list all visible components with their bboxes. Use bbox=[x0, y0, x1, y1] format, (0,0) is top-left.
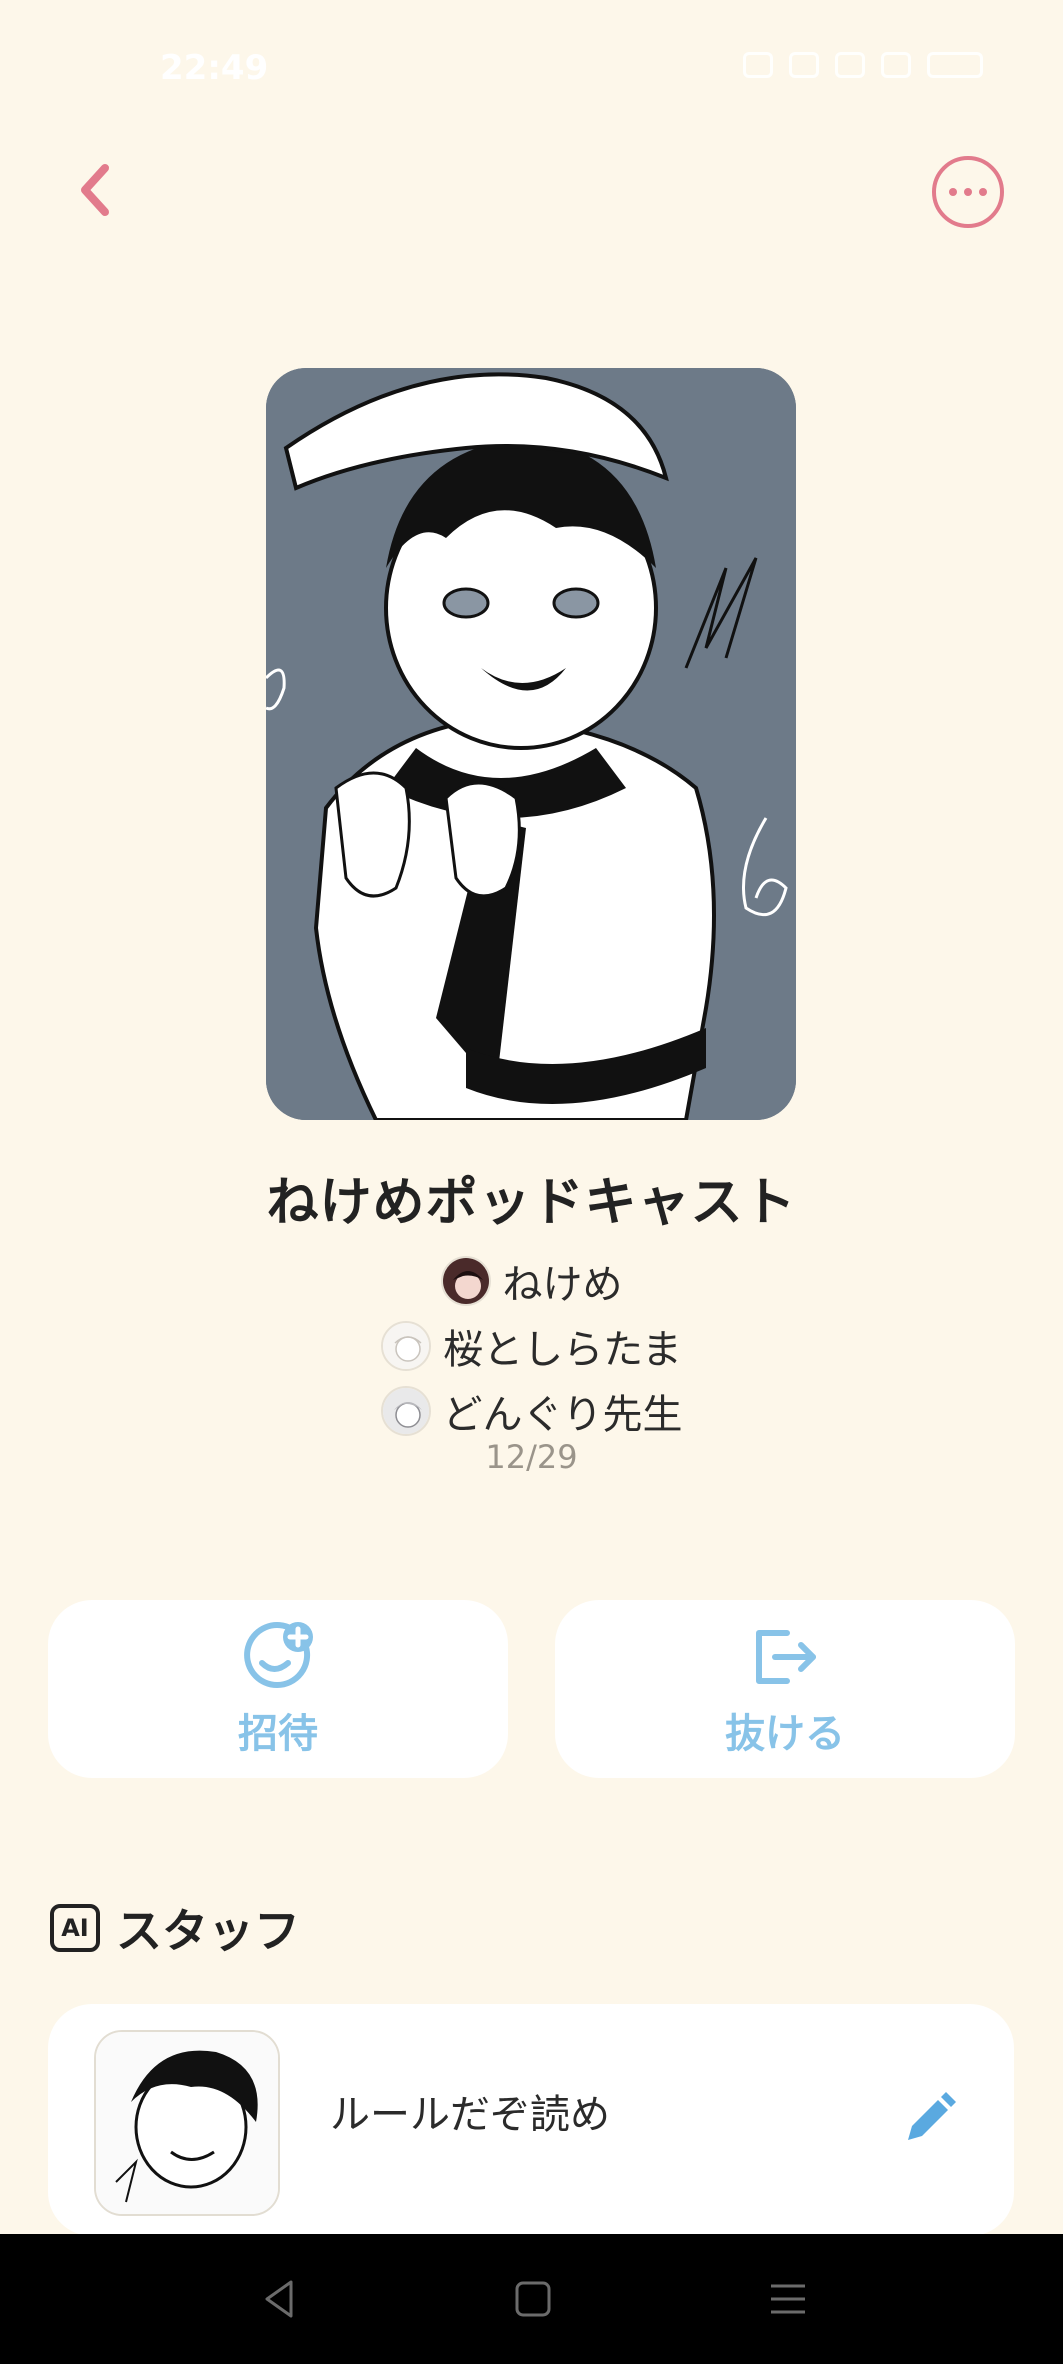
nav-menu-icon bbox=[771, 2284, 805, 2314]
exit-icon bbox=[756, 1630, 816, 1684]
leave-label: 抜ける bbox=[725, 1711, 845, 1757]
status-bar: 22:49 bbox=[0, 0, 1063, 130]
system-nav-bar bbox=[0, 2234, 1063, 2364]
leave-button[interactable]: 抜ける bbox=[555, 1600, 1015, 1778]
member-item[interactable]: どんぐり先生 bbox=[0, 1378, 1063, 1443]
member-name: どんぐり先生 bbox=[442, 1391, 683, 1438]
avatar bbox=[381, 1320, 432, 1371]
chat-room-detail-screen: 22:49 ねけめポッドキャスト ねけめ 桜としらたま どんぐり先生 12/29… bbox=[0, 0, 1063, 2364]
nav-home-icon bbox=[515, 2281, 551, 2317]
battery-icon bbox=[927, 52, 983, 78]
staff-name: ルールだぞ読め bbox=[330, 2092, 610, 2138]
nav-back-button[interactable] bbox=[255, 2274, 305, 2324]
staff-item[interactable]: ルールだぞ読め bbox=[48, 2004, 1014, 2236]
nav-menu-button[interactable] bbox=[763, 2274, 813, 2324]
wifi-icon bbox=[835, 52, 865, 78]
nav-home-button[interactable] bbox=[508, 2274, 558, 2324]
staff-avatar bbox=[94, 2030, 280, 2216]
signal-icon bbox=[881, 52, 911, 78]
edit-button[interactable] bbox=[898, 2090, 958, 2150]
avatar bbox=[380, 1385, 431, 1436]
avatar-image bbox=[383, 1322, 430, 1369]
more-options-button[interactable] bbox=[932, 156, 1004, 228]
more-dots-icon bbox=[979, 188, 987, 196]
member-item[interactable]: ねけめ bbox=[0, 1248, 1063, 1313]
ai-badge-icon: AI bbox=[50, 1904, 100, 1952]
add-user-icon bbox=[244, 1622, 313, 1688]
status-time: 22:49 bbox=[160, 48, 269, 88]
invite-button[interactable]: 招待 bbox=[48, 1600, 508, 1778]
room-cover-image[interactable] bbox=[266, 368, 796, 1120]
more-dots-icon bbox=[949, 188, 957, 196]
more-dots-icon bbox=[964, 188, 972, 196]
avatar-image bbox=[442, 1257, 489, 1304]
avatar bbox=[440, 1255, 491, 1306]
invite-label: 招待 bbox=[238, 1711, 318, 1757]
notification-icon bbox=[743, 52, 773, 78]
cover-illustration bbox=[266, 368, 796, 1120]
member-item[interactable]: 桜としらたま bbox=[0, 1313, 1063, 1378]
nav-back-icon bbox=[265, 2280, 293, 2318]
notification-icon bbox=[789, 52, 819, 78]
member-name: 桜としらたま bbox=[443, 1326, 682, 1373]
member-name: ねけめ bbox=[502, 1261, 623, 1308]
member-list: ねけめ 桜としらたま どんぐり先生 bbox=[0, 1248, 1063, 1443]
room-title: ねけめポッドキャスト bbox=[266, 1173, 797, 1233]
back-button[interactable] bbox=[60, 150, 130, 230]
staff-section-title: スタッフ bbox=[116, 1904, 300, 1958]
pencil-icon bbox=[908, 2092, 956, 2140]
staff-avatar-image bbox=[96, 2032, 278, 2214]
status-icons bbox=[743, 52, 983, 78]
staff-section-header: AI スタッフ bbox=[50, 1895, 300, 1961]
chevron-left-icon bbox=[81, 164, 109, 216]
avatar-image bbox=[382, 1387, 429, 1434]
room-date: 12/29 bbox=[485, 1438, 578, 1476]
